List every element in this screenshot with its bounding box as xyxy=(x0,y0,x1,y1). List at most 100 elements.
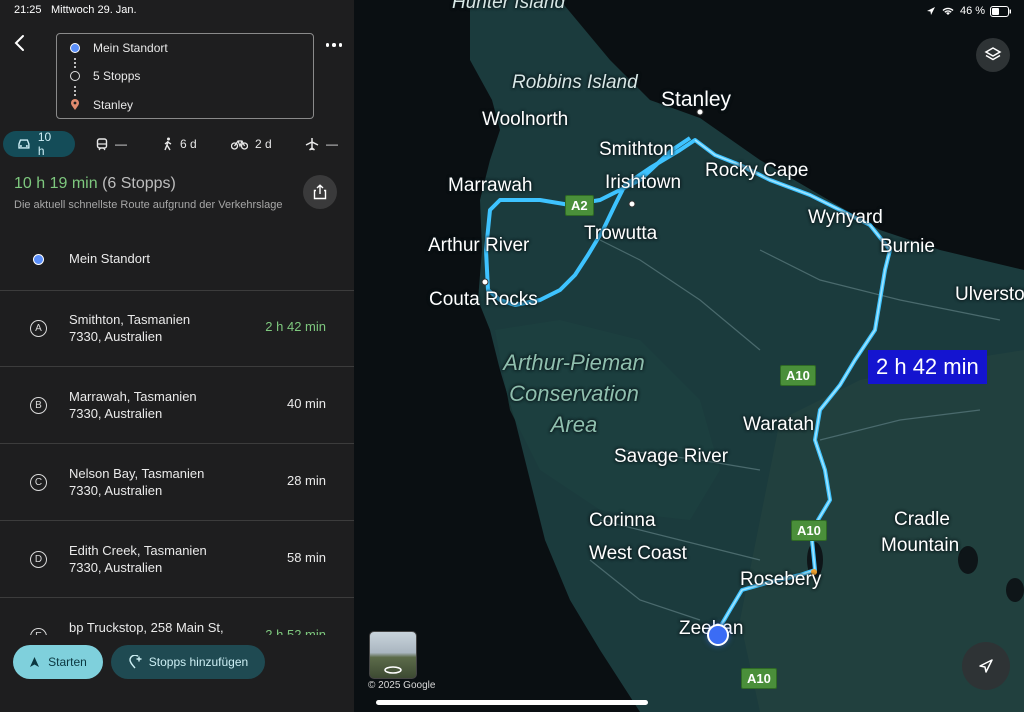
map-label-burnie[interactable]: Burnie xyxy=(880,236,935,258)
stop-letter-badge: D xyxy=(30,551,47,568)
stop-name: bp Truckstop, 258 Main St, xyxy=(69,619,224,635)
status-time-panel: 21:25 xyxy=(14,4,42,16)
map-label-couta-rocks[interactable]: Couta Rocks xyxy=(429,289,538,311)
map-label-ulverstone[interactable]: Ulverston xyxy=(955,284,1024,306)
map-label-corinna[interactable]: Corinna xyxy=(589,510,656,532)
route-description: Die aktuell schnellste Route aufgrund de… xyxy=(14,199,283,211)
park-label-line3: Area xyxy=(550,412,598,437)
plane-icon xyxy=(305,138,319,151)
waypoint-destination[interactable]: Stanley xyxy=(57,95,133,115)
stop-name-line2: 7330, Australien xyxy=(69,406,163,421)
layers-button[interactable] xyxy=(976,38,1010,72)
stop-duration: 2 h 52 min xyxy=(265,627,326,635)
tab-mode-flight[interactable]: — xyxy=(305,131,338,157)
list-item[interactable]: D Edith Creek, Tasmanien 7330, Australie… xyxy=(0,521,354,598)
stop-letter-badge: C xyxy=(30,474,47,491)
tab-mode-bike[interactable]: 2 d xyxy=(231,131,272,157)
navigation-arrow-icon xyxy=(979,659,993,673)
list-item[interactable]: E bp Truckstop, 258 Main St, 2 h 52 min xyxy=(0,598,354,635)
location-arrow-icon xyxy=(927,7,935,15)
list-item[interactable]: B Marrawah, Tasmanien 7330, Australien 4… xyxy=(0,367,354,444)
add-stops-button[interactable]: Stopps hinzufügen xyxy=(111,645,265,679)
stop-duration: 28 min xyxy=(286,473,326,488)
road-shield-a2: A2 xyxy=(565,195,594,216)
map-label-arthur-river[interactable]: Arthur River xyxy=(428,235,529,257)
map-label-smithton[interactable]: Smithton xyxy=(599,139,674,161)
more-options-button[interactable] xyxy=(324,38,344,52)
directions-panel: 21:25 Mittwoch 29. Jan. Mein Standort 5 … xyxy=(0,0,354,712)
wifi-icon xyxy=(942,7,954,15)
map-label-wynyard[interactable]: Wynyard xyxy=(808,207,883,229)
stop-name: Marrawah, Tasmanien 7330, Australien xyxy=(69,388,197,422)
map-label-marrawah[interactable]: Marrawah xyxy=(448,175,532,197)
map-label-hunter-island: Hunter Island xyxy=(452,0,566,13)
map-attribution: © 2025 Google xyxy=(368,680,436,691)
map-label-rosebery[interactable]: Rosebery xyxy=(740,569,821,591)
map-label-savage-river[interactable]: Savage River xyxy=(614,446,728,468)
tab-mode-car[interactable]: 10 h xyxy=(3,130,75,158)
battery-icon xyxy=(990,5,1012,17)
map-label-waratah[interactable]: Waratah xyxy=(743,414,814,436)
tab-mode-transit[interactable]: — xyxy=(96,131,127,157)
waypoints-box[interactable]: Mein Standort 5 Stopps Stanley xyxy=(56,33,314,119)
waypoint-stops[interactable]: 5 Stopps xyxy=(57,66,140,86)
route-eta-badge[interactable]: 2 h 42 min xyxy=(868,350,987,384)
map-label-trowutta[interactable]: Trowutta xyxy=(584,223,657,245)
destination-pin-icon xyxy=(71,99,79,110)
stop-name-line2: 7330, Australien xyxy=(69,560,163,575)
stop-duration: 2 h 42 min xyxy=(265,319,326,334)
navigation-icon xyxy=(30,657,40,667)
list-item[interactable]: A Smithton, Tasmanien 7330, Australien 2… xyxy=(0,290,354,367)
stop-name-line1: Marrawah, Tasmanien xyxy=(69,389,197,404)
start-navigation-button[interactable]: Starten xyxy=(13,645,103,679)
list-item[interactable]: C Nelson Bay, Tasmanien 7330, Australien… xyxy=(0,444,354,521)
status-indicators: 46 % xyxy=(926,0,1012,22)
start-point-row[interactable]: Mein Standort xyxy=(0,240,354,291)
tab-mode-walk[interactable]: 6 d xyxy=(163,131,197,157)
share-icon xyxy=(313,184,327,200)
street-view-thumbnail[interactable] xyxy=(369,631,417,679)
route-total-time: 10 h 19 min xyxy=(14,175,98,192)
waypoint-stops-label: 5 Stopps xyxy=(93,69,141,83)
stop-letter-badge: A xyxy=(30,320,47,337)
add-stops-label: Stopps hinzufügen xyxy=(148,655,249,669)
map-label-woolnorth[interactable]: Woolnorth xyxy=(482,109,568,131)
waypoint-origin[interactable]: Mein Standort xyxy=(57,38,168,58)
stop-list[interactable]: A Smithton, Tasmanien 7330, Australien 2… xyxy=(0,290,354,635)
current-location-marker xyxy=(707,624,729,646)
road-shield-a10: A10 xyxy=(780,365,816,386)
waypoint-origin-label: Mein Standort xyxy=(93,41,168,55)
battery-percent: 46 % xyxy=(960,5,986,17)
map-label-irishtown[interactable]: Irishtown xyxy=(605,172,681,194)
home-indicator[interactable] xyxy=(376,700,648,705)
street-view-icon xyxy=(384,666,402,674)
travel-mode-tabs: 10 h — 6 d 2 d — xyxy=(0,128,354,162)
mode-bike-label: 2 d xyxy=(255,137,272,151)
stop-name-line2: 7330, Australien xyxy=(69,483,163,498)
waypoint-destination-label: Stanley xyxy=(93,98,134,112)
map-label-mountain[interactable]: Mountain xyxy=(881,535,959,557)
recenter-button[interactable] xyxy=(962,642,1010,690)
stop-name-line1: Smithton, Tasmanien xyxy=(69,312,191,327)
park-label-line2: Conservation xyxy=(509,381,639,406)
map-label-stanley[interactable]: Stanley xyxy=(661,88,731,112)
stop-name-line2: 7330, Australien xyxy=(69,329,163,344)
bike-icon xyxy=(231,140,248,150)
share-button[interactable] xyxy=(303,175,337,209)
map-label-rocky-cape[interactable]: Rocky Cape xyxy=(705,160,809,182)
walk-icon xyxy=(164,137,172,151)
stop-name-line1: Nelson Bay, Tasmanien xyxy=(69,466,205,481)
layers-icon xyxy=(984,47,1002,61)
mode-car-label: 10 h xyxy=(37,130,52,158)
stop-letter-badge: E xyxy=(30,628,47,635)
map-label-west-coast[interactable]: West Coast xyxy=(589,543,687,565)
back-button[interactable] xyxy=(10,32,32,54)
stop-letter-badge: B xyxy=(30,397,47,414)
map-label-park[interactable]: Arthur-Pieman Conservation Area xyxy=(490,347,658,440)
stop-duration: 40 min xyxy=(286,396,326,411)
park-label-line1: Arthur-Pieman xyxy=(503,350,645,375)
road-shield-a10: A10 xyxy=(741,668,777,689)
map-label-cradle[interactable]: Cradle xyxy=(894,509,950,531)
start-point-label: Mein Standort xyxy=(69,251,150,266)
start-dot-icon xyxy=(33,254,44,265)
